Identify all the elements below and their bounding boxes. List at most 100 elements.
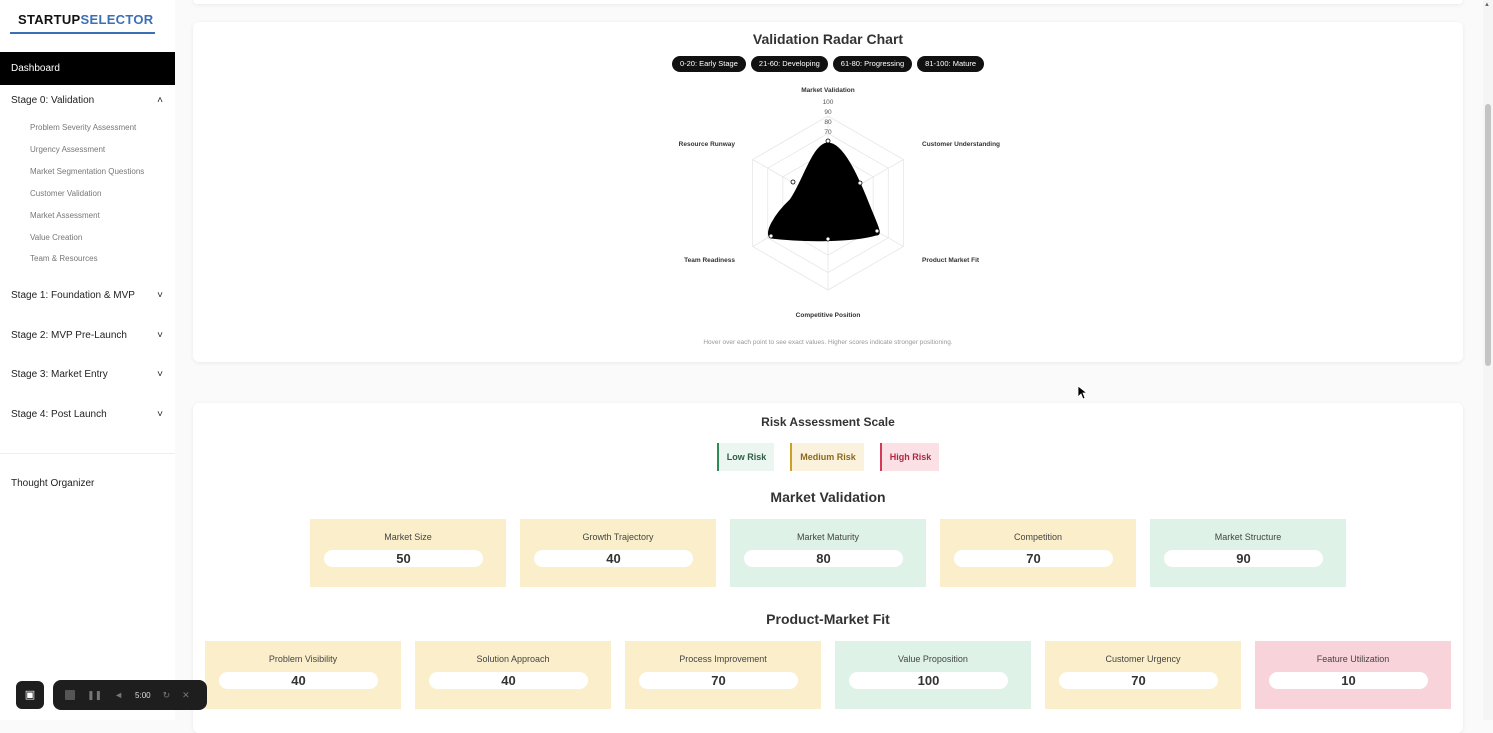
metric-label: Value Proposition: [898, 654, 968, 664]
recorder-time: 5:00: [135, 690, 151, 700]
radar-data-point: [825, 138, 831, 144]
metric-label: Problem Visibility: [268, 654, 338, 664]
sidebar-stage-0[interactable]: Stage 0: Validation ˄: [0, 91, 175, 111]
radar-axis-label: Resource Runway: [679, 141, 736, 148]
sidebar-item-value-creation[interactable]: Value Creation: [30, 231, 82, 245]
metric-label: Market Size: [384, 532, 432, 542]
radar-series-area: [767, 142, 880, 242]
camera-button[interactable]: ▣: [16, 681, 44, 709]
scrollbar-thumb[interactable]: [1485, 104, 1491, 366]
risk-legend: Low Risk Medium Risk High Risk: [193, 443, 1463, 471]
metric-value: 50: [324, 550, 483, 567]
risk-high-tag: High Risk: [879, 443, 940, 471]
metric-label: Market Structure: [1214, 532, 1282, 542]
radar-data-point: [768, 233, 774, 239]
metric-card: Competition 70: [940, 519, 1136, 587]
metric-value: 40: [219, 672, 378, 689]
brand-part2: SELECTOR: [80, 12, 154, 27]
radar-axis-label: Competitive Position: [796, 312, 861, 319]
stage-label: Stage 0: Validation: [11, 95, 95, 106]
radar-chart[interactable]: 100 90 80 70 Market Validation Customer Under…: [193, 22, 1463, 362]
brand-part1: STARTUP: [18, 12, 81, 27]
radar-hint: Hover over each point to see exact value…: [703, 339, 953, 346]
metric-value: 90: [1164, 550, 1323, 567]
restart-icon[interactable]: ↻: [163, 690, 171, 701]
previous-card: [193, 0, 1463, 4]
sidebar-item-team-resources[interactable]: Team & Resources: [30, 252, 98, 266]
metric-card: Market Size 50: [310, 519, 506, 587]
recorder-toolbar: ❚❚ ◄ 5:00 ↻ ✕: [53, 680, 207, 710]
metric-label: Solution Approach: [476, 654, 550, 664]
radar-tick-label: 90: [824, 109, 832, 116]
metric-card: Market Maturity 80: [730, 519, 926, 587]
radar-axis-label: Product Market Fit: [922, 257, 980, 264]
sidebar-item-dashboard[interactable]: Dashboard: [0, 52, 175, 85]
metric-value: 100: [849, 672, 1008, 689]
stop-icon[interactable]: [65, 690, 75, 700]
metric-label: Customer Urgency: [1105, 654, 1181, 664]
risk-low-tag: Low Risk: [716, 443, 775, 471]
radar-tick-label: 70: [824, 129, 832, 136]
sidebar-item-customer-validation[interactable]: Customer Validation: [30, 187, 101, 201]
radar-tick-label: 80: [824, 119, 832, 126]
radar-data-point: [874, 228, 880, 234]
metric-card: Process Improvement 70: [625, 641, 821, 709]
metric-label: Market Maturity: [796, 532, 859, 542]
market-validation-title: Market Validation: [770, 489, 886, 505]
sidebar: STARTUPSELECTOR Dashboard Stage 0: Valid…: [0, 0, 175, 720]
sidebar-item-urgency[interactable]: Urgency Assessment: [30, 143, 105, 157]
sidebar-stage-2[interactable]: Stage 2: MVP Pre-Launch ˅: [0, 326, 175, 346]
metric-card: Customer Urgency 70: [1045, 641, 1241, 709]
radar-axis-label: Customer Understanding: [922, 141, 1000, 148]
brand-logo[interactable]: STARTUPSELECTOR: [10, 12, 155, 34]
radar-axis-label: Market Validation: [801, 87, 854, 94]
metric-card: Feature Utilization 10: [1255, 641, 1451, 709]
radar-data-point: [825, 236, 831, 242]
metric-value: 40: [534, 550, 693, 567]
trash-icon[interactable]: ✕: [182, 690, 190, 701]
metric-value: 80: [744, 550, 903, 567]
stage-label: Stage 4: Post Launch: [11, 409, 107, 420]
chevron-down-icon: ˅: [157, 290, 163, 301]
metric-label: Competition: [1013, 532, 1063, 542]
metric-card: Growth Trajectory 40: [520, 519, 716, 587]
chevron-up-icon: ˄: [157, 95, 163, 106]
sidebar-divider: [0, 453, 175, 454]
camera-icon: ▣: [24, 689, 36, 701]
metric-card: Value Proposition 100: [835, 641, 1031, 709]
sidebar-item-thought-organizer[interactable]: Thought Organizer: [11, 478, 94, 489]
risk-medium-tag: Medium Risk: [790, 443, 864, 471]
mute-icon[interactable]: ◄: [114, 690, 123, 700]
radar-card: Validation Radar Chart 0-20: Early Stage…: [193, 22, 1463, 362]
radar-data-point: [790, 179, 796, 185]
sidebar-stage-3[interactable]: Stage 3: Market Entry ˅: [0, 365, 175, 385]
scroll-up-icon[interactable]: ▲: [1484, 2, 1490, 8]
chevron-down-icon: ˅: [157, 409, 163, 420]
pmf-title: Product-Market Fit: [766, 611, 890, 627]
chevron-down-icon: ˅: [157, 369, 163, 380]
metric-value: 10: [1269, 672, 1428, 689]
chevron-down-icon: ˅: [157, 330, 163, 341]
page-scrollbar[interactable]: ▲: [1483, 0, 1493, 720]
sidebar-item-market-segmentation[interactable]: Market Segmentation Questions: [30, 165, 144, 179]
sidebar-item-market-assessment[interactable]: Market Assessment: [30, 209, 100, 223]
radar-axis-label: Team Readiness: [684, 257, 735, 264]
radar-tick-label: 100: [823, 99, 834, 106]
metric-card: Market Structure 90: [1150, 519, 1346, 587]
sidebar-item-problem-severity[interactable]: Problem Severity Assessment: [30, 121, 136, 135]
metric-label: Growth Trajectory: [582, 532, 654, 542]
stage-label: Stage 1: Foundation & MVP: [11, 290, 135, 301]
metric-card: Solution Approach 40: [415, 641, 611, 709]
metric-value: 70: [639, 672, 798, 689]
metric-card: Problem Visibility 40: [205, 641, 401, 709]
metric-value: 70: [954, 550, 1113, 567]
metric-value: 70: [1059, 672, 1218, 689]
risk-card: Risk Assessment Scale Low Risk Medium Ri…: [193, 403, 1463, 733]
sidebar-stage-1[interactable]: Stage 1: Foundation & MVP ˅: [0, 286, 175, 306]
mouse-cursor: [1078, 386, 1088, 400]
metric-value: 40: [429, 672, 588, 689]
metric-label: Process Improvement: [679, 654, 767, 664]
sidebar-stage-4[interactable]: Stage 4: Post Launch ˅: [0, 405, 175, 425]
stage-label: Stage 3: Market Entry: [11, 369, 108, 380]
pause-icon[interactable]: ❚❚: [87, 690, 102, 701]
